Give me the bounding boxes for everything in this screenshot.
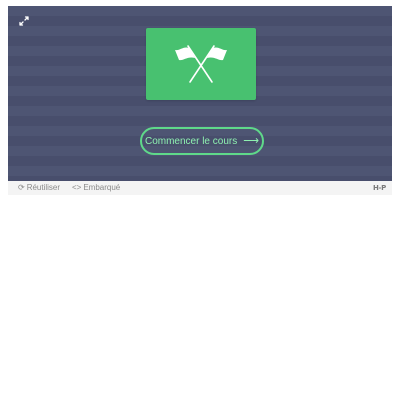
fullscreen-expand-icon[interactable] bbox=[18, 15, 30, 27]
code-icon: <> bbox=[72, 183, 82, 192]
start-course-label: Commencer le cours bbox=[144, 136, 238, 147]
arrow-right-icon: ⟶ bbox=[243, 135, 260, 147]
h5p-logo[interactable]: H-P bbox=[373, 181, 386, 195]
course-badge bbox=[146, 28, 256, 100]
crossed-flags-icon bbox=[175, 45, 227, 83]
embed-button[interactable]: <> Embarqué bbox=[72, 181, 120, 195]
start-course-button[interactable]: Commencer le cours ⟶ bbox=[140, 127, 264, 155]
embed-label: Embarqué bbox=[83, 183, 121, 192]
reuse-label: Réutiliser bbox=[26, 183, 61, 192]
action-bar: ⟳ Réutiliser <> Embarqué H-P bbox=[8, 181, 392, 195]
reuse-icon: ⟳ bbox=[18, 183, 25, 192]
reuse-button[interactable]: ⟳ Réutiliser bbox=[18, 181, 60, 195]
course-player: Commencer le cours ⟶ bbox=[8, 6, 392, 181]
